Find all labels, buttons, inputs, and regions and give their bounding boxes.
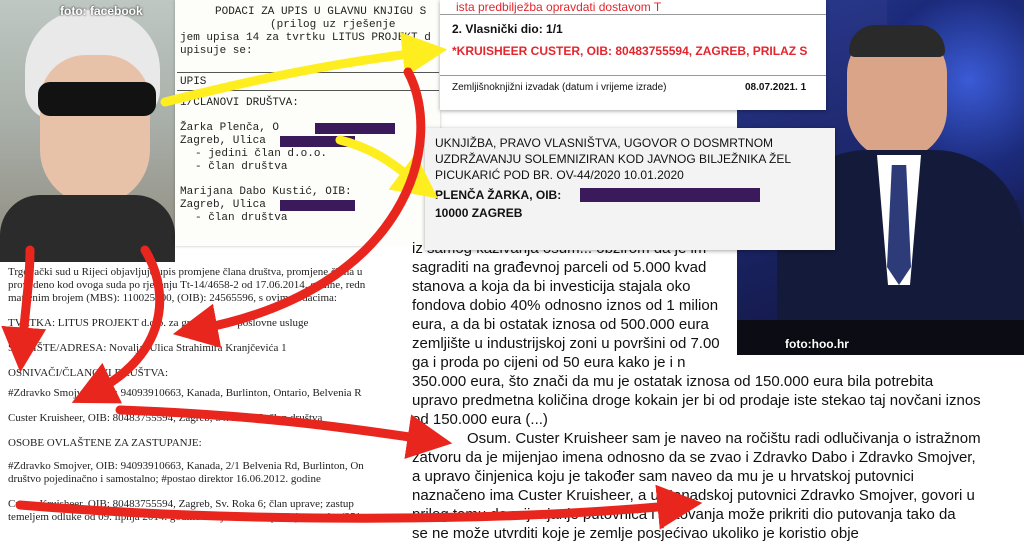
red-arrow xyxy=(172,67,426,348)
annotation-arrows xyxy=(1,32,703,530)
red-arrow xyxy=(1,245,47,373)
yellow-arrow xyxy=(160,32,448,107)
red-arrow xyxy=(15,484,703,530)
red-arrow xyxy=(71,245,165,404)
red-arrow xyxy=(115,405,453,459)
